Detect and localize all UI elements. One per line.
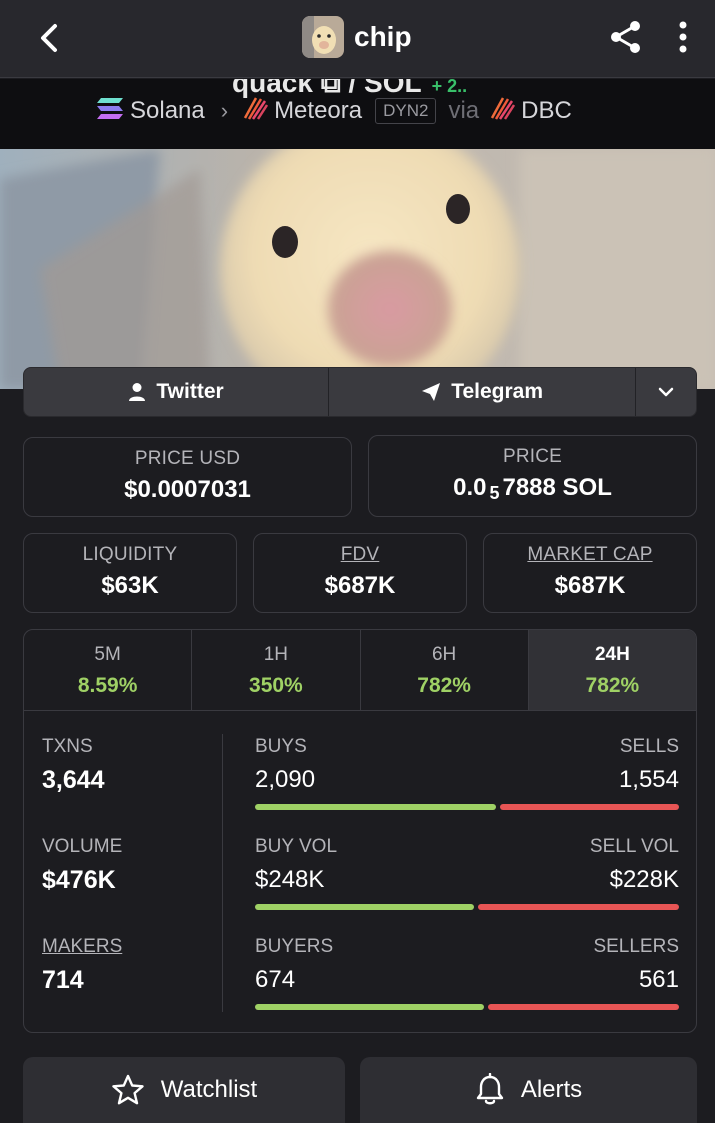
watchlist-button[interactable]: Watchlist xyxy=(23,1057,345,1123)
volume-bar xyxy=(255,904,679,910)
twitter-link[interactable]: Twitter xyxy=(24,368,330,416)
price-usd-label: PRICE USD xyxy=(134,448,241,469)
social-links-bar: Twitter Telegram xyxy=(23,367,697,417)
buy-sell-volume-ratio: BUY VOL SELL VOL $248K $228K xyxy=(255,836,679,910)
more-options-button[interactable] xyxy=(664,16,702,60)
fdv-card: FDV $687K xyxy=(253,533,467,613)
price-usd-value: $0.0007031 xyxy=(124,476,251,503)
market-cap-label[interactable]: MARKET CAP xyxy=(484,544,696,566)
back-button[interactable] xyxy=(28,16,72,60)
volume-stat: VOLUME $476K xyxy=(42,836,123,894)
buyers-bar-track xyxy=(255,1004,679,1010)
makers-stat: MAKERS 714 xyxy=(42,936,122,995)
timeframe-tabs: 5M 8.59% 1H 350% 6H 782% 24H 782% xyxy=(24,630,696,711)
price-usd-card: PRICE USD $0.0007031 xyxy=(23,437,352,517)
buy-volume-value: $248K xyxy=(255,866,325,893)
chain-breadcrumb: Solana › Meteora DYN2 via DBC xyxy=(96,96,572,126)
star-icon xyxy=(112,1074,144,1105)
buys-sells-ratio: BUYS SELLS 2,090 1,554 xyxy=(255,736,679,810)
more-links-button[interactable] xyxy=(636,368,696,416)
change-5m: 8.59% xyxy=(77,674,138,697)
change-6h: 782% xyxy=(417,674,471,697)
buyers-sellers-ratio: BUYERS SELLERS 674 561 xyxy=(255,936,679,1010)
buy-volume-bar xyxy=(255,904,474,910)
liquidity-value: $63K xyxy=(101,572,159,599)
chain-link[interactable]: Solana xyxy=(130,97,205,125)
dex-link[interactable]: Meteora xyxy=(274,97,362,125)
change-1h: 350% xyxy=(249,674,303,697)
sellers-value: 561 xyxy=(638,966,679,993)
sell-volume-value: $228K xyxy=(609,866,679,893)
sellers-bar xyxy=(488,1004,679,1010)
dex-version-badge: DYN2 xyxy=(375,98,437,124)
buyers-bar xyxy=(255,1004,484,1010)
sells-bar xyxy=(500,804,679,810)
price-native-card: PRICE 0.0 5 7888 SOL xyxy=(368,435,697,517)
pair-change: + 2.. xyxy=(431,79,468,96)
column-divider xyxy=(222,734,223,1012)
buys-bar xyxy=(255,804,496,810)
makers-label[interactable]: MAKERS xyxy=(42,936,122,958)
tab-6h[interactable]: 6H 782% xyxy=(361,630,529,710)
more-vertical-icon xyxy=(679,21,687,53)
meteora-icon xyxy=(242,95,269,128)
fdv-label[interactable]: FDV xyxy=(254,544,466,566)
sells-value: 1,554 xyxy=(618,766,679,793)
liquidity-label: LIQUIDITY xyxy=(82,544,178,565)
change-24h: 782% xyxy=(585,674,640,697)
pair-info-header: quack ⧉ / SOL + 2.. Solana › Meteora DYN2… xyxy=(0,79,715,149)
txns-stat: TXNS 3,644 xyxy=(42,736,105,794)
bell-icon xyxy=(476,1073,504,1105)
chevron-down-icon xyxy=(658,387,674,397)
market-cap-card: MARKET CAP $687K xyxy=(483,533,697,613)
price-native-label: PRICE xyxy=(502,446,563,467)
token-header: chip xyxy=(302,15,412,59)
page-title: chip xyxy=(354,21,412,52)
chevron-right-icon: › xyxy=(220,98,229,123)
tab-24h[interactable]: 24H 782% xyxy=(528,630,696,710)
via-label: via xyxy=(448,97,480,124)
buys-sells-bar xyxy=(255,804,679,810)
launchpad-link[interactable]: DBC xyxy=(521,97,572,125)
txns-value: 3,644 xyxy=(42,766,105,794)
tab-5m[interactable]: 5M 8.59% xyxy=(24,630,193,710)
buys-value: 2,090 xyxy=(255,766,316,793)
sell-volume-bar xyxy=(478,904,679,910)
chevron-left-icon xyxy=(41,24,57,52)
user-icon xyxy=(129,383,146,401)
token-banner-image xyxy=(0,149,715,389)
dbc-icon xyxy=(489,95,516,128)
makers-value: 714 xyxy=(42,966,84,994)
top-bar: chip xyxy=(0,0,715,78)
trading-stats-panel: 5M 8.59% 1H 350% 6H 782% 24H 782% TXNS 3… xyxy=(23,629,697,1033)
token-avatar xyxy=(302,16,344,58)
buyers-value: 674 xyxy=(255,966,296,993)
tab-1h[interactable]: 1H 350% xyxy=(192,630,361,710)
price-native-value: 0.0 5 7888 SOL xyxy=(453,474,612,503)
liquidity-card: LIQUIDITY $63K xyxy=(23,533,237,613)
share-button[interactable] xyxy=(604,16,648,60)
solana-icon xyxy=(96,96,124,127)
volume-value: $476K xyxy=(42,866,116,894)
market-cap-value: $687K xyxy=(554,572,626,599)
telegram-link[interactable]: Telegram xyxy=(329,368,637,416)
fdv-value: $687K xyxy=(324,572,396,599)
share-icon xyxy=(611,21,640,53)
paper-plane-icon xyxy=(422,383,441,401)
alerts-button[interactable]: Alerts xyxy=(360,1057,697,1123)
